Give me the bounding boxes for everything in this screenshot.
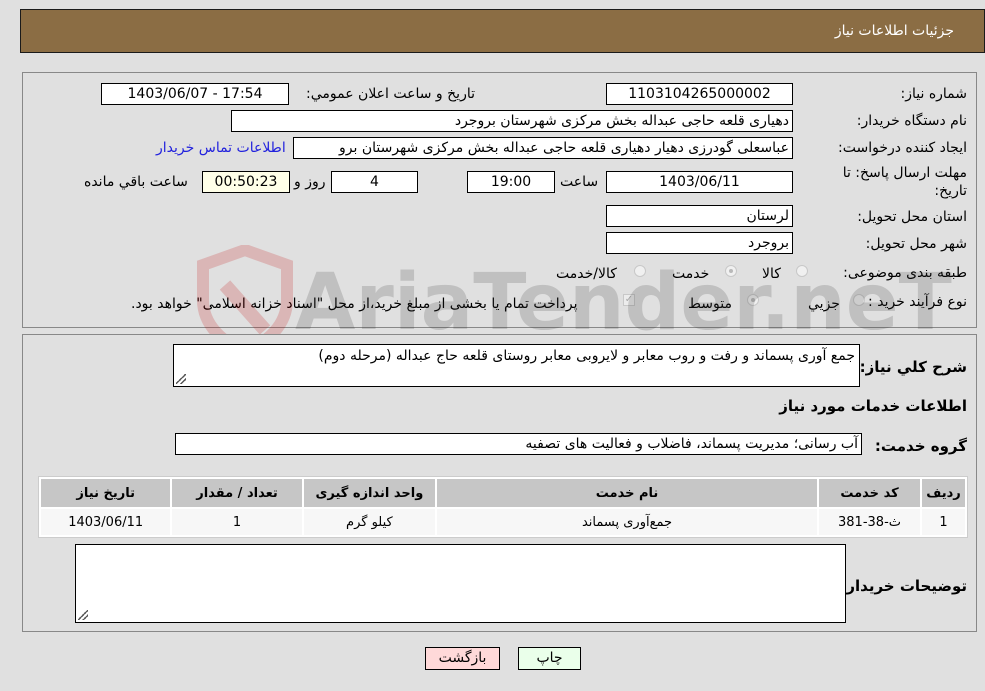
category-radio-goods[interactable] — [796, 265, 808, 277]
buyer-notes-textarea[interactable] — [75, 544, 846, 623]
buyer-org-field: دهیاری قلعه حاجی عبداله بخش مرکزی شهرستا… — [231, 110, 793, 132]
table-header-row: ردیف کد خدمت نام خدمت واحد اندازه گیری ت… — [41, 479, 965, 507]
col-row-number: ردیف — [922, 479, 965, 507]
remaining-time-label: ساعت باقي مانده — [84, 174, 188, 190]
buyer-org-label: نام دستگاه خریدار: — [856, 113, 967, 129]
category-goods-service-label: کالا/خدمت — [556, 266, 617, 282]
deadline-label-2: تاریخ: — [934, 183, 967, 199]
col-unit: واحد اندازه گیری — [303, 479, 436, 507]
buyer-notes-text — [76, 545, 845, 551]
need-number-label: شماره نیاز: — [900, 86, 968, 102]
category-radio-goods-service[interactable] — [634, 265, 646, 277]
description-text: جمع آوری پسماند و رفت و روب معابر و لایر… — [318, 348, 855, 364]
table-row: 1 ث-38-381 جمع‌آوری پسماند کیلو گرم 1 14… — [41, 509, 965, 535]
services-heading: اطلاعات خدمات مورد نیاز — [779, 397, 967, 415]
process-type-label: نوع فرآیند خرید : — [868, 294, 967, 310]
description-label: شرح کلي نیاز: — [859, 358, 967, 376]
process-minor-label: جزيي — [808, 296, 840, 312]
cell-service-code: ث-38-381 — [819, 509, 921, 535]
back-button[interactable]: بازگشت — [425, 647, 500, 670]
treasury-checkbox[interactable]: ✓ — [623, 294, 635, 306]
col-quantity: تعداد / مقدار — [172, 479, 302, 507]
remaining-time-field: 00:50:23 — [202, 171, 290, 193]
creator-label: ایجاد کننده درخواست: — [838, 140, 967, 156]
province-field: لرستان — [606, 205, 793, 227]
days-remaining-field: 4 — [331, 171, 418, 193]
deadline-date-field: 1403/06/11 — [606, 171, 793, 193]
category-label: طبقه بندی موضوعی: — [843, 265, 967, 281]
col-service-code: کد خدمت — [819, 479, 921, 507]
service-group-label: گروه خدمت: — [874, 437, 967, 455]
services-table: ردیف کد خدمت نام خدمت واحد اندازه گیری ت… — [38, 476, 968, 538]
province-label: استان محل تحویل: — [857, 209, 967, 225]
service-group-field: آب رسانی؛ مدیریت پسماند، فاضلاب و فعالیت… — [175, 433, 862, 455]
category-service-label: خدمت — [672, 266, 710, 282]
announce-date-field: 1403/06/07 - 17:54 — [101, 83, 289, 105]
resize-grip-icon[interactable] — [176, 374, 186, 384]
buyer-notes-label: توضیحات خریدار: — [840, 577, 967, 595]
col-service-name: نام خدمت — [437, 479, 817, 507]
cell-service-name: جمع‌آوری پسماند — [437, 509, 817, 535]
treasury-note: پرداخت تمام یا بخشی از مبلغ خرید،از محل … — [131, 296, 578, 312]
cell-unit: کیلو گرم — [303, 509, 436, 535]
description-textarea[interactable]: جمع آوری پسماند و رفت و روب معابر و لایر… — [173, 344, 860, 387]
page-header: جزئیات اطلاعات نیاز — [20, 9, 985, 53]
time-label: ساعت — [560, 174, 599, 190]
days-label: روز و — [294, 174, 326, 190]
announce-date-label: تاریخ و ساعت اعلان عمومي: — [306, 86, 475, 102]
deadline-time-field: 19:00 — [467, 171, 555, 193]
deadline-label: مهلت ارسال پاسخ: تا — [842, 165, 967, 181]
cell-quantity: 1 — [172, 509, 302, 535]
category-radio-service[interactable] — [725, 265, 737, 277]
process-radio-minor[interactable] — [853, 294, 865, 306]
print-button[interactable]: چاپ — [518, 647, 581, 670]
creator-field: عباسعلی گودرزی دهیار دهیاری قلعه حاجی عب… — [293, 137, 793, 159]
need-number-field: 1103104265000002 — [606, 83, 793, 105]
cell-row-number: 1 — [922, 509, 965, 535]
city-field: بروجرد — [606, 232, 793, 254]
cell-need-date: 1403/06/11 — [41, 509, 171, 535]
resize-grip-icon[interactable] — [78, 610, 88, 620]
buyer-contact-link[interactable]: اطلاعات تماس خریدار — [156, 140, 286, 156]
process-medium-label: متوسط — [688, 296, 732, 312]
category-goods-label: کالا — [762, 266, 781, 282]
col-need-date: تاریخ نیاز — [41, 479, 171, 507]
process-radio-medium[interactable] — [747, 294, 759, 306]
services-table-wrap: ردیف کد خدمت نام خدمت واحد اندازه گیری ت… — [38, 476, 968, 538]
city-label: شهر محل تحویل: — [865, 236, 967, 252]
page-title: جزئیات اطلاعات نیاز — [834, 23, 954, 39]
